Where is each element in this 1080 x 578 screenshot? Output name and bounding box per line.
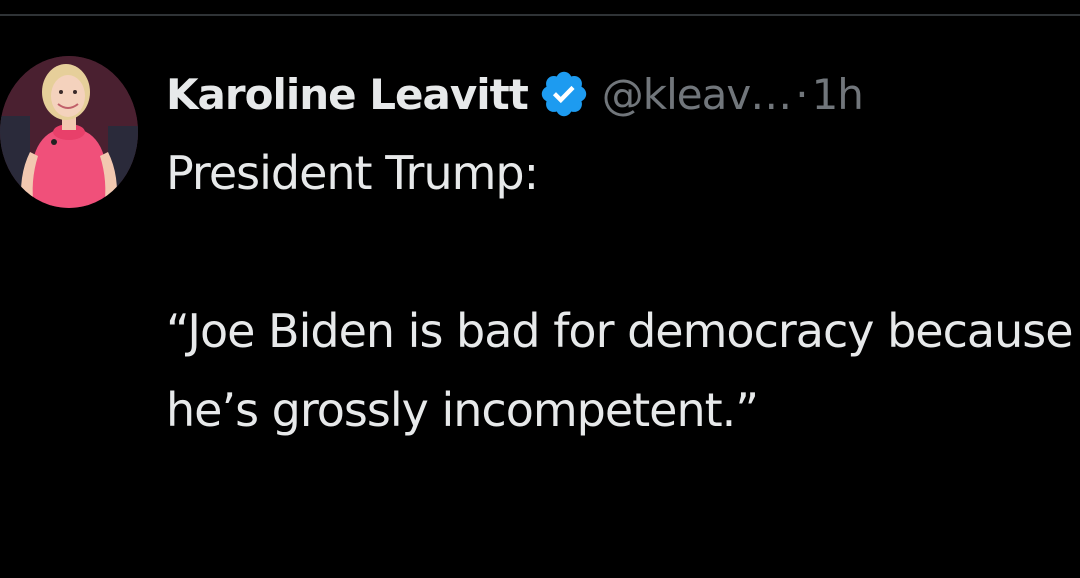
verified-badge-icon[interactable] [538,68,590,120]
author-handle[interactable]: @kleav… [602,70,792,119]
separator-dot: · [795,69,808,119]
author-display-name[interactable]: Karoline Leavitt [166,70,529,119]
tweet[interactable]: Karoline Leavitt @kleav… · 1h President … [0,16,1080,578]
avatar-photo [0,56,138,208]
avatar[interactable] [0,56,138,208]
tweet-header: Karoline Leavitt @kleav… · 1h [166,64,864,124]
tweet-text: President Trump: “Joe Biden is bad for d… [166,146,1074,437]
timestamp[interactable]: 1h [812,70,864,119]
